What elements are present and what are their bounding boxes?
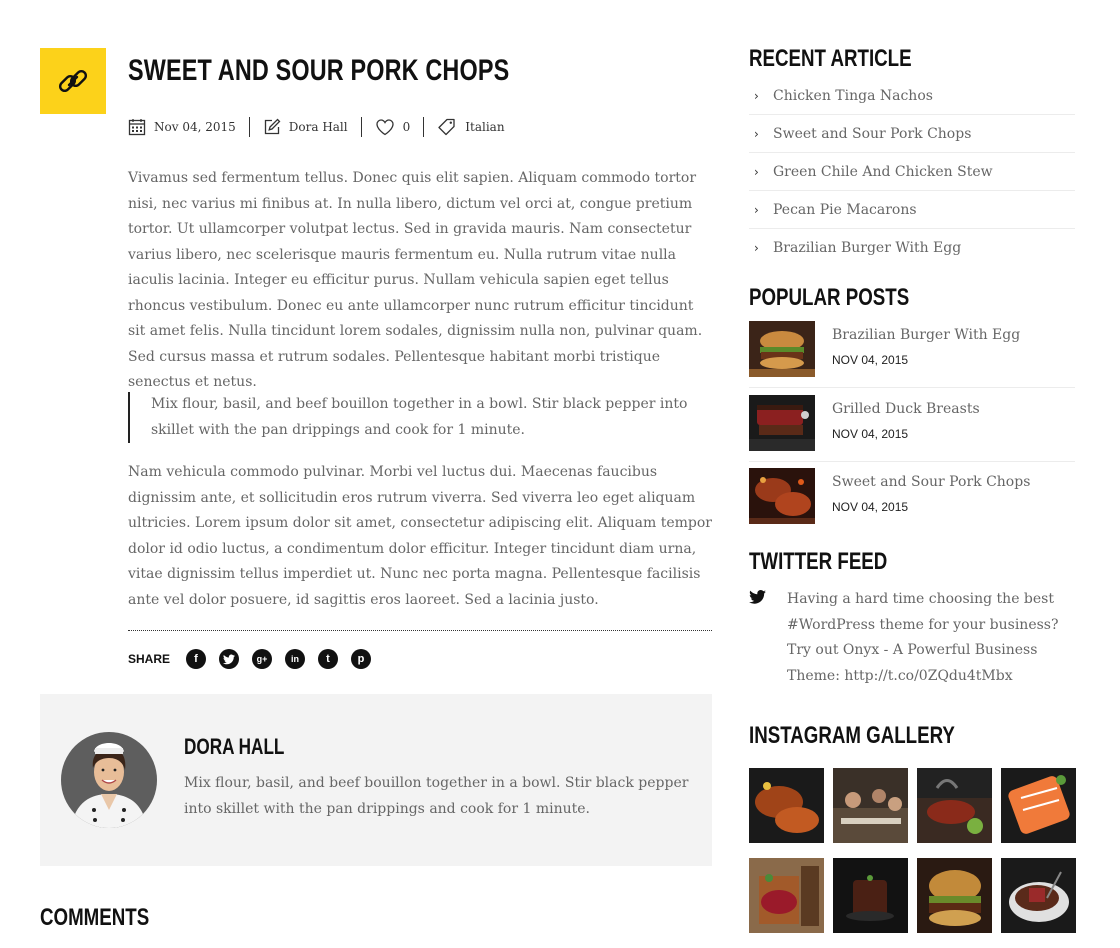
recent-article-list: › Chicken Tinga Nachos › Sweet and Sour Po… xyxy=(749,77,1075,266)
popular-post[interactable]: Grilled Duck Breasts NOV 04, 2015 xyxy=(749,395,1075,462)
instagram-image[interactable] xyxy=(833,858,908,933)
twitter-icon[interactable] xyxy=(219,649,240,669)
popular-post-date: NOV 04, 2015 xyxy=(832,353,909,367)
recent-article-item[interactable]: › Green Chile And Chicken Stew xyxy=(749,153,1075,191)
author-bio: Mix flour, basil, and beef bouillon toge… xyxy=(184,775,689,817)
post-paragraph-1: Vivamus sed fermentum tellus. Donec quis… xyxy=(128,170,703,390)
instagram-image[interactable] xyxy=(1001,768,1076,843)
post-likes-count: 0 xyxy=(402,120,411,134)
meta-divider xyxy=(248,117,250,137)
meta-divider xyxy=(423,117,425,137)
post-blockquote: Mix flour, basil, and beef bouillon toge… xyxy=(128,392,711,443)
popular-posts-heading: POPULAR POSTS xyxy=(749,284,910,311)
instagram-image[interactable] xyxy=(917,858,992,933)
recent-article-link[interactable]: Chicken Tinga Nachos xyxy=(773,88,933,104)
tumblr-icon[interactable]: t xyxy=(318,649,339,669)
recent-article-item[interactable]: › Sweet and Sour Pork Chops xyxy=(749,115,1075,153)
recent-article-heading: RECENT ARTICLE xyxy=(749,45,912,72)
popular-post[interactable]: Brazilian Burger With Egg NOV 04, 2015 xyxy=(749,321,1075,388)
instagram-image[interactable] xyxy=(917,768,992,843)
chevron-right-icon: › xyxy=(754,202,759,217)
comments-heading: COMMENTS xyxy=(40,904,150,931)
post-date: Nov 04, 2015 xyxy=(128,118,236,136)
twitter-feed-heading: TWITTER FEED xyxy=(749,548,888,575)
post-date-text: Nov 04, 2015 xyxy=(154,120,236,134)
instagram-image[interactable] xyxy=(749,768,824,843)
post-meta: Nov 04, 2015 Dora Hall 0 Italian xyxy=(128,116,505,138)
post-title: SWEET AND SOUR PORK CHOPS xyxy=(128,54,510,87)
instagram-image[interactable] xyxy=(749,858,824,933)
post-paragraph-2: Nam vehicula commodo pulvinar. Morbi vel… xyxy=(128,464,712,608)
facebook-icon[interactable]: f xyxy=(186,649,207,669)
google-plus-icon[interactable]: g+ xyxy=(252,649,273,669)
popular-post[interactable]: Sweet and Sour Pork Chops NOV 04, 2015 xyxy=(749,468,1075,534)
tweet-text[interactable]: Having a hard time choosing the best #Wo… xyxy=(787,587,1077,689)
chevron-right-icon: › xyxy=(754,126,759,141)
recent-article-link[interactable]: Green Chile And Chicken Stew xyxy=(773,164,993,180)
recent-article-link[interactable]: Pecan Pie Macarons xyxy=(773,202,917,218)
recent-article-item[interactable]: › Pecan Pie Macarons xyxy=(749,191,1075,229)
popular-post-date: NOV 04, 2015 xyxy=(832,427,909,441)
popular-post-thumbnail[interactable] xyxy=(749,468,815,524)
popular-post-title[interactable]: Brazilian Burger With Egg xyxy=(832,327,1020,343)
instagram-image[interactable] xyxy=(1001,858,1076,933)
link-icon xyxy=(58,69,88,93)
chevron-right-icon: › xyxy=(754,88,759,103)
instagram-image[interactable] xyxy=(833,768,908,843)
pinterest-icon[interactable]: p xyxy=(351,649,372,669)
recent-article-link[interactable]: Sweet and Sour Pork Chops xyxy=(773,126,971,142)
post-format-link-badge xyxy=(40,48,106,114)
popular-post-thumbnail[interactable] xyxy=(749,321,815,377)
recent-article-item[interactable]: › Brazilian Burger With Egg xyxy=(749,229,1075,266)
instagram-gallery xyxy=(749,768,1079,933)
meta-divider xyxy=(360,117,362,137)
linkedin-icon[interactable]: in xyxy=(285,649,306,669)
chevron-right-icon: › xyxy=(754,240,759,255)
share-bar: SHARE f g+ in t p xyxy=(128,649,384,669)
popular-post-thumbnail[interactable] xyxy=(749,395,815,451)
twitter-bird-icon xyxy=(749,590,766,604)
share-label: SHARE xyxy=(128,652,171,666)
tag-icon xyxy=(438,118,455,136)
popular-post-date: NOV 04, 2015 xyxy=(832,500,909,514)
heart-icon[interactable] xyxy=(375,118,395,136)
post-category[interactable]: Italian xyxy=(437,118,505,136)
instagram-gallery-heading: INSTAGRAM GALLERY xyxy=(749,722,955,749)
edit-icon xyxy=(264,118,281,135)
post-author-name[interactable]: Dora Hall xyxy=(289,120,348,134)
author-avatar xyxy=(61,732,157,828)
post-author[interactable]: Dora Hall xyxy=(263,118,348,136)
popular-post-title[interactable]: Sweet and Sour Pork Chops xyxy=(832,474,1030,490)
recent-article-item[interactable]: › Chicken Tinga Nachos xyxy=(749,77,1075,115)
author-box: DORA HALL Mix flour, basil, and beef bou… xyxy=(40,694,712,866)
popular-post-title[interactable]: Grilled Duck Breasts xyxy=(832,401,980,417)
chevron-right-icon: › xyxy=(754,164,759,179)
calendar-icon xyxy=(128,119,146,136)
author-name: DORA HALL xyxy=(184,734,285,759)
content-divider xyxy=(128,630,712,631)
post-likes[interactable]: 0 xyxy=(375,118,411,136)
post-category-name[interactable]: Italian xyxy=(465,120,504,134)
recent-article-link[interactable]: Brazilian Burger With Egg xyxy=(773,240,961,256)
